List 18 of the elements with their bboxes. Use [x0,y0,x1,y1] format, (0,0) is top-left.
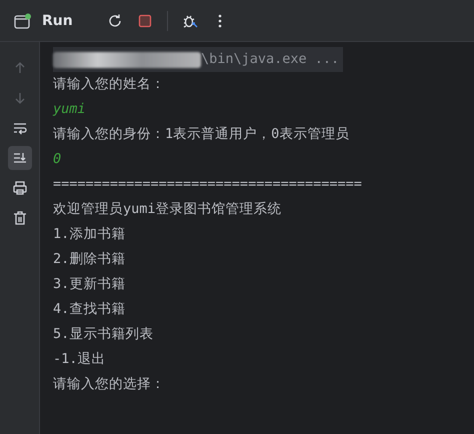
stop-icon[interactable] [136,12,153,28]
console-output: 3.更新书籍 [53,276,126,292]
user-input-text: 0 [53,151,62,167]
console-output: 5.显示书籍列表 [53,326,154,342]
console-output: 2.删除书籍 [53,251,126,267]
user-input-text: yumi [53,101,86,117]
console-output: ====================================== [53,176,362,192]
rerun-icon[interactable] [106,12,123,28]
panel-title: Run [42,12,73,28]
scroll-to-end-icon[interactable] [8,146,32,170]
console-output: 请输入您的身份：1表示普通用户，0表示管理员 [53,126,350,142]
console-output: -1.退出 [53,351,106,367]
console-output: 4.查找书籍 [53,301,126,317]
console-output: 欢迎管理员yumi登录图书馆管理系统 [53,201,282,217]
console-output: 请输入您的姓名： [53,76,165,92]
console-output: 请输入您的选择： [53,376,165,392]
console-output: 1.添加书籍 [53,226,126,242]
command-line: \bin\java.exe ... [201,50,340,69]
